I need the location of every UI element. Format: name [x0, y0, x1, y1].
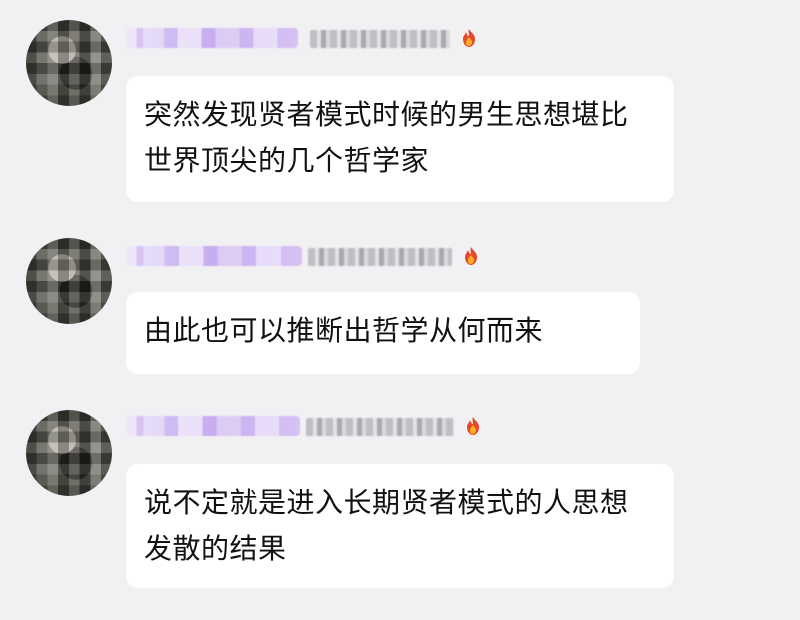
fire-icon: [460, 416, 486, 436]
chat-message: 说不定就是进入长期贤者模式的人思想发散的结果: [0, 0, 800, 600]
avatar[interactable]: [26, 410, 112, 496]
sender-name-pixelated[interactable]: [126, 416, 300, 436]
sender-title-pixelated: [306, 418, 454, 436]
message-bubble[interactable]: 说不定就是进入长期贤者模式的人思想发散的结果: [126, 464, 674, 588]
